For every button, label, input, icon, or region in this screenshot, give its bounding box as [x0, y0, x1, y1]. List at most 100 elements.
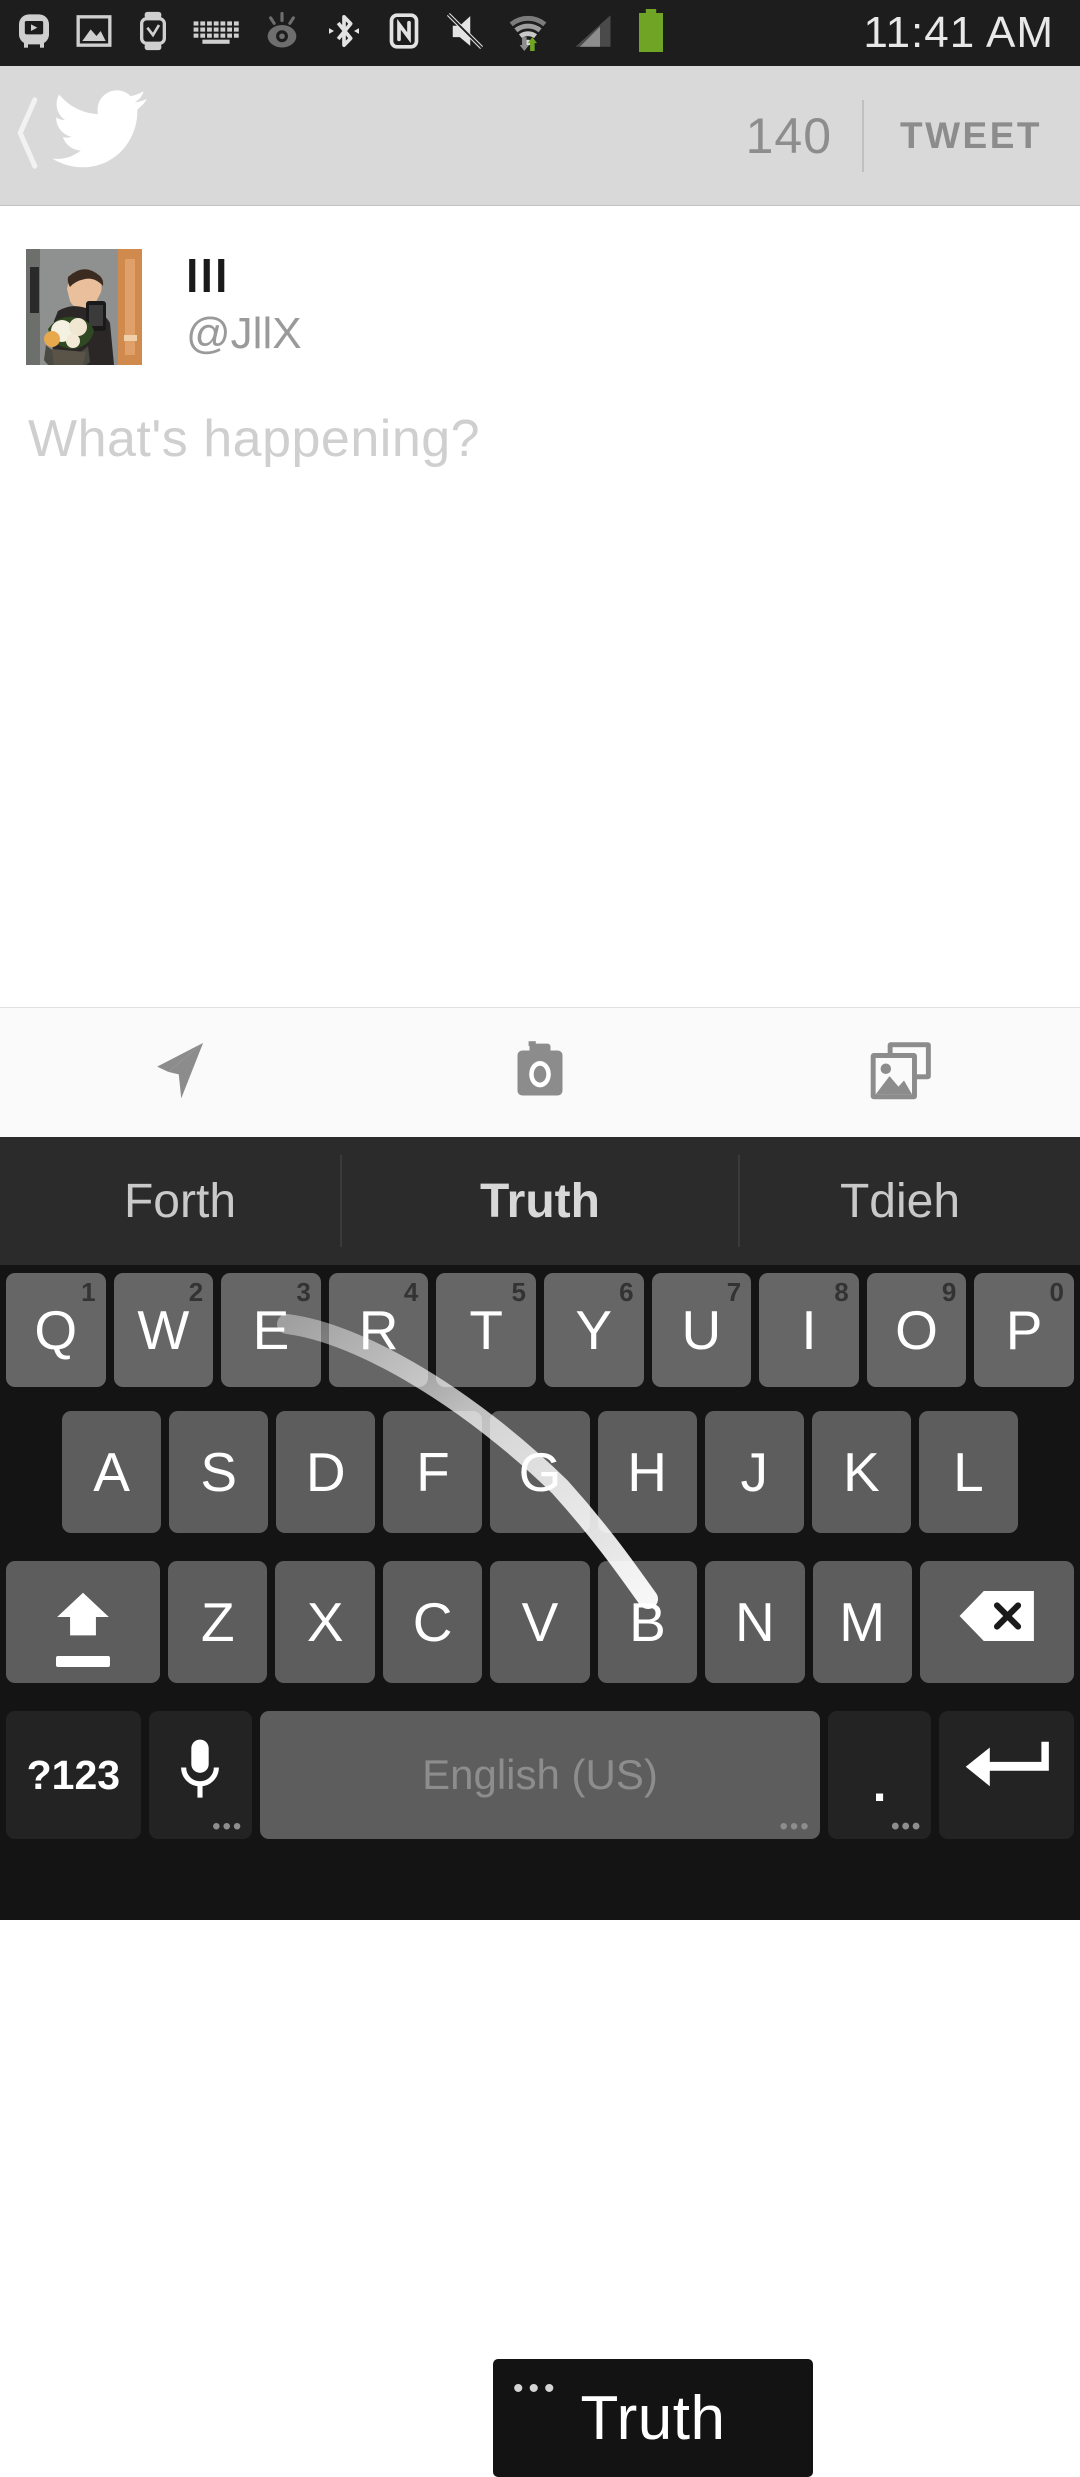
key-i-number: 8 [834, 1277, 849, 1307]
keyboard-row-3: Z X C V B N M [0, 1547, 1080, 1697]
space-key-label: English (US) [422, 1751, 658, 1798]
shift-key[interactable] [6, 1561, 161, 1683]
key-k-label: K [842, 1441, 880, 1503]
avatar[interactable] [26, 249, 142, 365]
smart-stay-eye-icon [260, 10, 304, 57]
suggestion-item-0[interactable]: Forth [0, 1174, 360, 1229]
keyboard-icon [192, 15, 240, 52]
key-b[interactable]: B [597, 1561, 698, 1683]
key-t-number: 5 [511, 1277, 526, 1307]
key-q[interactable]: 1 Q [6, 1273, 106, 1387]
key-r[interactable]: 4 R [328, 1273, 429, 1387]
compose-user-row: lll @JllX [0, 207, 1080, 365]
key-v[interactable]: V [490, 1561, 590, 1683]
key-p[interactable]: 0 P [974, 1273, 1074, 1387]
key-y-label: Y [575, 1299, 613, 1361]
period-key-label: . [872, 1756, 887, 1812]
key-f[interactable]: F [383, 1411, 483, 1533]
wifi-icon [506, 10, 550, 57]
backspace-key[interactable] [919, 1561, 1074, 1683]
key-s-label: S [200, 1441, 237, 1503]
key-s[interactable]: S [169, 1411, 269, 1533]
key-o-number: 9 [941, 1277, 957, 1307]
key-g-label: G [518, 1441, 562, 1503]
keyboard-row-4: ?123 ••• English (US) ••• . ••• [0, 1697, 1080, 1857]
key-q-number: 1 [81, 1277, 96, 1307]
suggestion-item-1[interactable]: Truth [360, 1174, 720, 1229]
status-bar-clock: 11:41 AM [863, 8, 1054, 57]
key-n[interactable]: N [705, 1561, 805, 1683]
user-handle: @JllX [186, 309, 302, 358]
key-c[interactable]: C [382, 1561, 483, 1683]
key-t[interactable]: 5 T [436, 1273, 536, 1387]
gallery-button[interactable] [720, 1033, 1080, 1112]
key-x[interactable]: X [275, 1561, 375, 1683]
compose-area[interactable]: lll @JllX What's happening? [0, 207, 1080, 1007]
key-h[interactable]: H [597, 1411, 697, 1533]
location-button[interactable] [0, 1033, 360, 1112]
key-n-label: N [734, 1591, 775, 1653]
key-w[interactable]: 2 W [113, 1273, 214, 1387]
key-w-number: 2 [188, 1277, 204, 1307]
space-longpress-dots: ••• [779, 1813, 811, 1840]
gallery-icon [863, 1033, 937, 1112]
status-bar-icons [14, 8, 863, 58]
location-icon [143, 1033, 217, 1112]
tweet-button[interactable]: TWEET [864, 115, 1080, 157]
key-a-label: A [93, 1441, 130, 1503]
key-a[interactable]: A [62, 1411, 162, 1533]
shift-arrow-icon [50, 1585, 116, 1660]
symbols-key[interactable]: ?123 [6, 1711, 141, 1839]
key-u-number: 7 [726, 1277, 742, 1307]
key-u-label: U [681, 1299, 722, 1361]
compose-header: 140 TWEET [0, 66, 1080, 206]
key-w-label: W [137, 1299, 190, 1361]
key-j-label: J [740, 1441, 768, 1503]
key-p-number: 0 [1049, 1277, 1064, 1307]
back-button[interactable] [12, 94, 44, 177]
bluetooth-icon [324, 10, 364, 57]
screenshot-icon [74, 11, 114, 56]
suggestion-bar[interactable]: Forth Truth Tdieh [0, 1137, 1080, 1265]
key-x-label: X [306, 1591, 344, 1653]
cellular-signal-icon [570, 10, 616, 57]
key-m[interactable]: M [812, 1561, 912, 1683]
key-j[interactable]: J [704, 1411, 804, 1533]
key-i-label: I [801, 1299, 817, 1361]
display-name: lll [186, 251, 230, 302]
key-o[interactable]: 9 O [866, 1273, 967, 1387]
camera-icon [504, 1034, 576, 1111]
compose-media-toolbar [0, 1007, 1080, 1137]
enter-key[interactable] [939, 1711, 1074, 1839]
key-r-label: R [358, 1299, 399, 1361]
key-e[interactable]: 3 E [221, 1273, 321, 1387]
swipe-word-popup: ••• Truth [493, 2359, 813, 2477]
key-p-label: P [1005, 1299, 1043, 1361]
key-l-label: L [953, 1441, 984, 1503]
key-z-label: Z [200, 1591, 235, 1653]
key-g[interactable]: G [490, 1411, 590, 1533]
key-u[interactable]: 7 U [651, 1273, 752, 1387]
key-t-label: T [469, 1299, 503, 1361]
key-f-label: F [416, 1441, 450, 1503]
smartwatch-icon [134, 11, 172, 56]
key-z[interactable]: Z [168, 1561, 268, 1683]
period-key[interactable]: . ••• [827, 1711, 932, 1840]
camera-button[interactable] [360, 1034, 720, 1111]
key-d[interactable]: D [276, 1411, 376, 1533]
key-v-label: V [521, 1591, 559, 1653]
keyboard-row-2: A S D F G H J K L [0, 1397, 1080, 1547]
key-y[interactable]: 6 Y [543, 1273, 644, 1387]
key-k[interactable]: K [811, 1411, 911, 1533]
suggestion-item-2[interactable]: Tdieh [720, 1174, 1080, 1229]
key-i[interactable]: 8 I [759, 1273, 859, 1387]
shift-indicator-bar [56, 1656, 111, 1667]
key-l[interactable]: L [918, 1411, 1018, 1533]
key-o-label: O [895, 1299, 938, 1361]
period-longpress-dots: ••• [891, 1813, 923, 1840]
symbols-key-label: ?123 [26, 1751, 121, 1798]
microphone-key[interactable]: ••• [148, 1711, 253, 1839]
tweet-text-input[interactable]: What's happening? [0, 365, 1080, 469]
on-screen-keyboard[interactable]: Forth Truth Tdieh 1 Q 2 W 3 E 4 R 5 T 6 … [0, 1137, 1080, 2477]
space-key[interactable]: English (US) ••• [260, 1711, 820, 1840]
